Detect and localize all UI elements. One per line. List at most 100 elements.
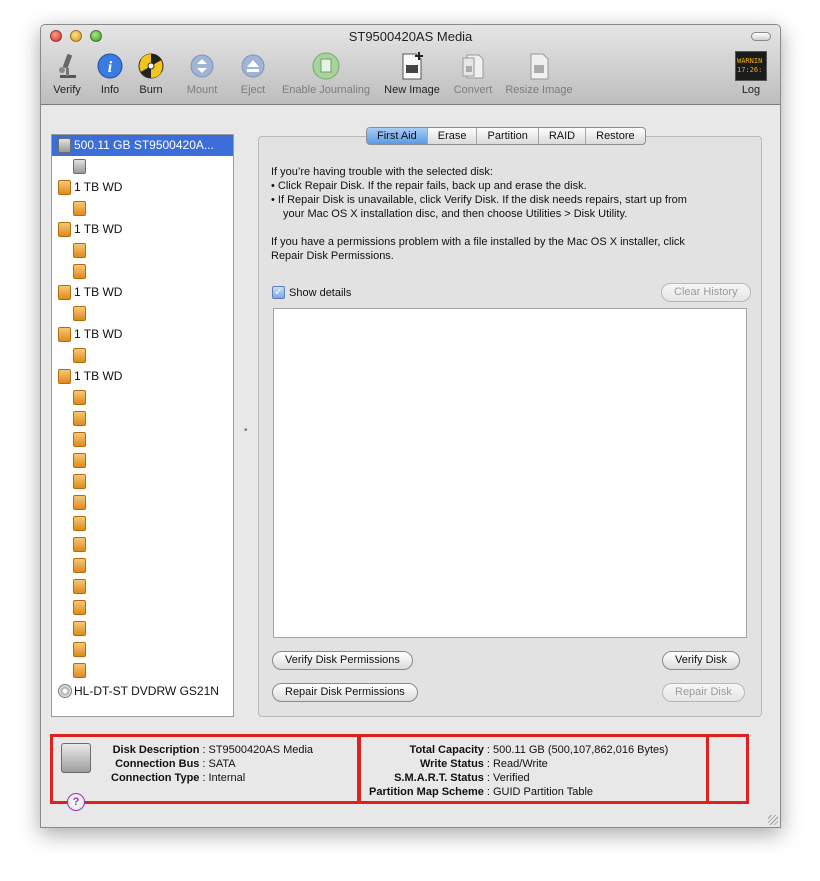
toolbar-convert-label: Convert [453,84,493,96]
show-details-checkbox-row[interactable]: ✓ Show details [272,286,351,299]
journaling-icon [311,51,341,81]
disk-list-item[interactable]: 500.11 GB ST9500420A... [52,135,233,156]
toolbar-burn-button[interactable]: Burn [135,51,167,96]
volume-list-item[interactable] [52,555,233,576]
help-bullet-2-cont: your Mac OS X installation disc, and the… [283,208,628,220]
tab-first-aid[interactable]: First Aid [367,128,428,144]
window-resize-handle[interactable] [768,815,778,825]
volume-list-item[interactable] [52,639,233,660]
toolbar: ST9500420AS Media Verify i Info Burn Mou… [41,25,780,105]
disk-list-item[interactable]: HL-DT-ST DVDRW GS21N [52,681,233,702]
volume-list-item[interactable] [52,429,233,450]
external-disk-icon [73,453,86,468]
external-disk-icon [58,222,71,237]
volume-list-item[interactable] [52,618,233,639]
toolbar-convert-button[interactable]: Convert [451,51,495,96]
window-title: ST9500420AS Media [348,29,473,44]
tab-restore[interactable]: Restore [586,128,645,144]
tab-raid[interactable]: RAID [539,128,587,144]
disk-list-item-label: 1 TB WD [74,180,123,194]
volume-list-item[interactable] [52,450,233,471]
toolbar-resize-image-button[interactable]: Resize Image [503,51,575,96]
show-details-checkbox[interactable]: ✓ [272,286,285,299]
external-disk-icon [73,642,86,657]
first-aid-help-text: If you’re having trouble with the select… [271,165,751,263]
toolbar-enable-journaling-button[interactable]: Enable Journaling [279,51,373,96]
toolbar-toggle-button[interactable] [751,32,771,41]
verify-disk-button[interactable]: Verify Disk [662,651,740,670]
external-disk-icon [73,411,86,426]
details-log-area[interactable] [273,308,747,638]
external-disk-icon [73,201,86,216]
disk-info-area: ? Disk Description: ST9500420AS Media Con… [50,734,761,811]
connection-type-value: Internal [208,772,246,784]
toolbar-eject-label: Eject [240,84,266,96]
toolbar-resize-image-label: Resize Image [505,84,573,96]
external-disk-icon [73,348,86,363]
internal-disk-icon [58,138,71,153]
toolbar-new-image-button[interactable]: New Image [381,51,443,96]
help-icon[interactable]: ? [67,793,85,811]
disk-list-item[interactable]: 1 TB WD [52,324,233,345]
disk-list-item[interactable]: 1 TB WD [52,366,233,387]
toolbar-mount-button[interactable]: Mount [181,51,223,96]
clear-history-button[interactable]: Clear History [661,283,751,302]
total-capacity-key: Total Capacity [409,744,484,756]
total-capacity-value: 500.11 GB (500,107,862,016 Bytes) [492,744,669,756]
disk-description-value: ST9500420AS Media [208,744,314,756]
volume-list-item[interactable] [52,492,233,513]
disk-list-item[interactable]: 1 TB WD [52,219,233,240]
connection-bus-value: SATA [208,758,236,770]
volume-list-item[interactable] [52,240,233,261]
log-display-text: WARNIN [737,57,763,65]
disk-list-sidebar[interactable]: 500.11 GB ST9500420A... 1 TB WD 1 TB WD 1 T… [51,134,234,717]
volume-list-item[interactable] [52,660,233,681]
volume-list-item[interactable] [52,303,233,324]
volume-list-item[interactable] [52,513,233,534]
volume-list-item[interactable] [52,597,233,618]
verify-disk-permissions-button[interactable]: Verify Disk Permissions [272,651,413,670]
toolbar-mount-label: Mount [186,84,218,96]
volume-list-item[interactable] [52,408,233,429]
disk-list-item-label: 1 TB WD [74,369,123,383]
volume-list-item[interactable] [52,576,233,597]
toolbar-log-button[interactable]: WARNIN 17:26: Log [733,51,769,96]
disk-list-item-label: 1 TB WD [74,285,123,299]
tab-partition[interactable]: Partition [477,128,539,144]
disk-description-key: Disk Description [112,744,200,756]
smart-status-key: S.M.A.R.T. Status [394,772,484,784]
repair-disk-button[interactable]: Repair Disk [662,683,745,702]
show-details-label: Show details [289,286,352,299]
disk-list-item-label: 1 TB WD [74,327,123,341]
volume-list-item[interactable] [52,198,233,219]
disk-info-left: Disk Description: ST9500420AS Media Conne… [111,744,314,784]
toolbar-burn-label: Burn [139,84,163,96]
toolbar-info-button[interactable]: i Info [95,51,125,96]
volume-list-item[interactable] [52,471,233,492]
volume-list-item[interactable] [52,345,233,366]
burn-icon [136,51,166,81]
external-disk-icon [58,369,71,384]
write-status-key: Write Status [419,758,484,770]
toolbar-new-image-label: New Image [384,84,440,96]
toolbar-eject-button[interactable]: Eject [237,51,269,96]
disk-list-item[interactable]: 1 TB WD [52,282,233,303]
toolbar-verify-button[interactable]: Verify [49,51,85,96]
tab-erase[interactable]: Erase [428,128,478,144]
volume-list-item[interactable] [52,156,233,177]
external-disk-icon [73,432,86,447]
volume-list-item[interactable] [52,534,233,555]
svg-text:i: i [108,59,113,76]
split-view-handle[interactable]: • [244,425,248,436]
internal-disk-icon [73,159,86,174]
volume-list-item[interactable] [52,261,233,282]
external-disk-icon [73,516,86,531]
disk-list-item[interactable]: 1 TB WD [52,177,233,198]
partition-map-scheme-key: Partition Map Scheme [369,786,484,798]
external-disk-icon [58,327,71,342]
repair-disk-permissions-button[interactable]: Repair Disk Permissions [272,683,418,702]
log-display-time: 17:26: [737,66,763,74]
external-disk-icon [58,180,71,195]
volume-list-item[interactable] [52,387,233,408]
external-disk-icon [73,495,86,510]
